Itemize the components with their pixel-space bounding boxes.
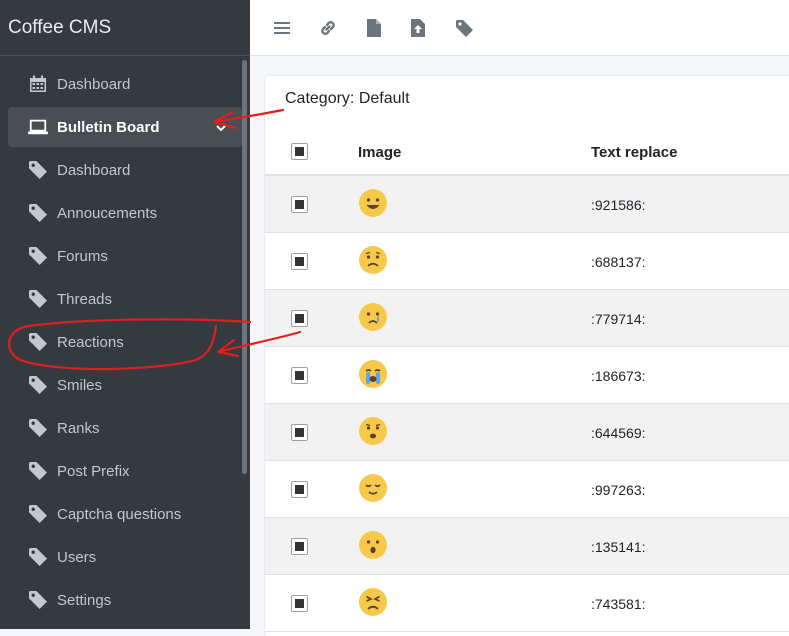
sidebar-item-users[interactable]: Users <box>8 537 242 577</box>
sidebar-item-dashboard[interactable]: Dashboard <box>8 64 242 104</box>
row-checkbox[interactable] <box>291 310 308 327</box>
table-row: :186673: <box>265 347 789 404</box>
relieved-emoji-icon <box>358 473 388 503</box>
sidebar-item-label: Post Prefix <box>57 462 130 480</box>
table-header: Image Text replace <box>265 128 789 176</box>
link-icon[interactable] <box>318 18 338 38</box>
row-checkbox[interactable] <box>291 367 308 384</box>
sidebar-scrollbar[interactable] <box>242 60 247 474</box>
table-row: :644569: <box>265 404 789 461</box>
sidebar-item-post-prefix[interactable]: Post Prefix <box>8 451 242 491</box>
row-checkbox[interactable] <box>291 424 308 441</box>
sidebar-nav: Dashboard Bulletin Board Dashboard Annoucem… <box>8 64 242 623</box>
sidebar-item-dashboard[interactable]: Dashboard <box>8 150 242 190</box>
file-upload-icon[interactable] <box>408 18 428 38</box>
sidebar-item-annoucements[interactable]: Annoucements <box>8 193 242 233</box>
grinning-emoji-icon <box>358 188 388 218</box>
table-row: :779714: <box>265 290 789 347</box>
sidebar-item-label: Captcha questions <box>57 505 182 523</box>
sidebar-item-forums[interactable]: Forums <box>8 236 242 276</box>
tag-icon <box>28 461 48 481</box>
tag-icon[interactable] <box>454 18 474 38</box>
text-replace-code: :779714: <box>591 311 646 327</box>
table-row: :997263: <box>265 461 789 518</box>
text-replace-code: :186673: <box>591 368 646 384</box>
tag-icon <box>28 160 48 180</box>
worried-emoji-icon <box>358 416 388 446</box>
sidebar-item-reactions[interactable]: Reactions <box>8 322 242 362</box>
table-row: :743581: <box>265 575 789 632</box>
tag-icon <box>28 418 48 438</box>
menu-icon[interactable] <box>272 18 292 38</box>
frowning-emoji-icon <box>358 245 388 275</box>
sidebar-item-label: Smiles <box>57 376 103 394</box>
table-row: :921586: <box>265 176 789 233</box>
sidebar-item-label: Annoucements <box>57 204 158 222</box>
column-header-text-replace[interactable]: Text replace <box>591 144 677 161</box>
row-checkbox[interactable] <box>291 196 308 213</box>
tag-icon <box>28 590 48 610</box>
sidebar-item-label: Ranks <box>57 419 100 437</box>
tag-icon <box>28 203 48 223</box>
tag-icon <box>28 332 48 352</box>
top-toolbar <box>250 0 789 56</box>
smiles-card: Category: Default Image Text replace :92… <box>265 76 789 636</box>
tag-icon <box>28 289 48 309</box>
sidebar-item-label: Users <box>57 548 97 566</box>
text-replace-code: :135141: <box>591 539 646 555</box>
text-replace-code: :921586: <box>591 197 646 213</box>
sidebar-item-label: Dashboard <box>57 161 131 179</box>
sidebar-item-smiles[interactable]: Smiles <box>8 365 242 405</box>
chevron-down-icon[interactable] <box>216 120 226 137</box>
sobbing-emoji-icon <box>358 359 388 389</box>
tag-icon <box>28 547 48 567</box>
sidebar-item-label: Settings <box>57 591 112 609</box>
sidebar-item-label: Threads <box>57 290 113 308</box>
sidebar: Coffee CMS Dashboard Bulletin Board Dashbo… <box>0 0 250 629</box>
crying-emoji-icon <box>358 302 388 332</box>
column-header-image[interactable]: Image <box>358 144 401 161</box>
sidebar-item-captcha-questions[interactable]: Captcha questions <box>8 494 242 534</box>
row-checkbox[interactable] <box>291 538 308 555</box>
file-icon[interactable] <box>364 18 384 38</box>
sidebar-item-ranks[interactable]: Ranks <box>8 408 242 448</box>
sidebar-item-label: Dashboard <box>57 75 131 93</box>
sidebar-item-bulletin-board[interactable]: Bulletin Board <box>8 107 242 147</box>
text-replace-code: :644569: <box>591 425 646 441</box>
row-checkbox[interactable] <box>291 481 308 498</box>
sidebar-item-threads[interactable]: Threads <box>8 279 242 319</box>
category-title: Category: Default <box>285 90 410 107</box>
sidebar-item-label: Bulletin Board <box>57 118 160 136</box>
row-checkbox[interactable] <box>291 595 308 612</box>
table-row: :688137: <box>265 233 789 290</box>
sidebar-item-label: Forums <box>57 247 108 265</box>
table-row: :135141: <box>265 518 789 575</box>
tag-icon <box>28 504 48 524</box>
text-replace-code: :743581: <box>591 596 646 612</box>
sidebar-item-label: Reactions <box>57 333 124 351</box>
brand-title[interactable]: Coffee CMS <box>0 0 250 56</box>
text-replace-code: :997263: <box>591 482 646 498</box>
surprised-emoji-icon <box>358 530 388 560</box>
tag-icon <box>28 246 48 266</box>
sidebar-item-settings[interactable]: Settings <box>8 580 242 620</box>
angry-emoji-icon <box>358 587 388 617</box>
row-checkbox[interactable] <box>291 253 308 270</box>
text-replace-code: :688137: <box>591 254 646 270</box>
calendar-icon <box>28 74 48 94</box>
tag-icon <box>28 375 48 395</box>
laptop-icon <box>28 117 48 137</box>
select-all-checkbox[interactable] <box>291 143 308 160</box>
